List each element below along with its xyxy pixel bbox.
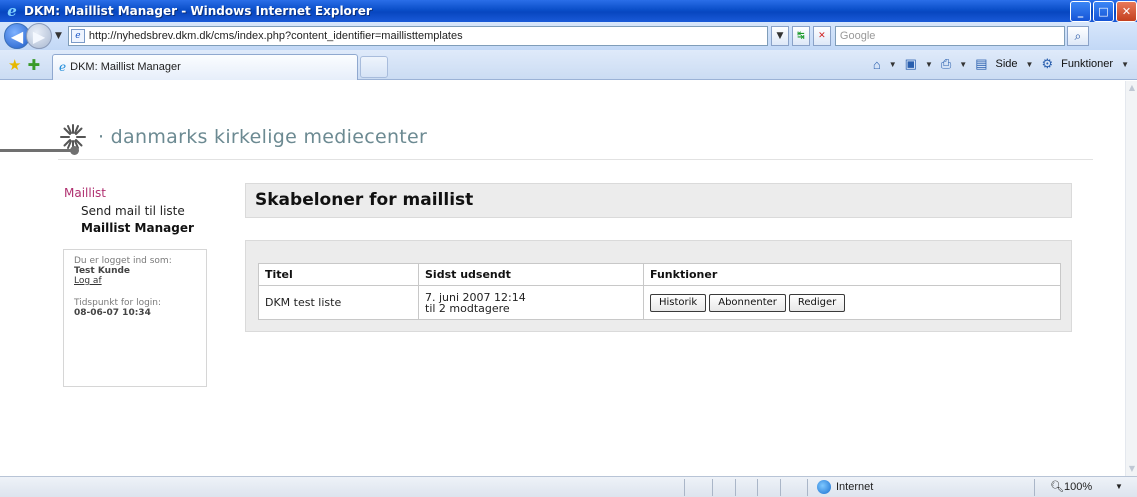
- home-icon[interactable]: ⌂: [873, 57, 881, 72]
- table-row: DKM test liste 7. juni 2007 12:14 til 2 …: [258, 285, 1061, 320]
- search-input[interactable]: Google: [834, 26, 1065, 46]
- zoom-level[interactable]: 🔍︎100%: [1050, 480, 1092, 493]
- column-header-titel: Titel: [258, 263, 419, 286]
- window-title: DKM: Maillist Manager - Windows Internet…: [24, 4, 372, 18]
- annotation-pointer-dot: [70, 146, 79, 155]
- site-brand: · danmarks kirkelige mediecenter: [98, 126, 428, 148]
- address-field[interactable]: e http://nyhedsbrev.dkm.dk/cms/index.php…: [67, 26, 768, 46]
- abonnenter-button[interactable]: Abonnenter: [709, 293, 786, 312]
- address-toolbar: ◀ ▶ ▼ e http://nyhedsbrev.dkm.dk/cms/ind…: [0, 22, 1137, 50]
- add-favorites-icon[interactable]: ✚: [27, 56, 40, 74]
- cell-title: DKM test liste: [258, 285, 419, 320]
- home-dropdown-icon[interactable]: ▼: [889, 60, 897, 69]
- tab-maillist-manager[interactable]: e DKM: Maillist Manager: [52, 53, 359, 80]
- sidebar-item-maillist[interactable]: Maillist: [64, 186, 194, 200]
- zoom-dropdown-icon[interactable]: ▼: [1115, 482, 1123, 491]
- internet-globe-icon: [817, 480, 831, 494]
- minimize-button[interactable]: _: [1070, 1, 1091, 22]
- last-sent-date: 7. juni 2007 12:14: [425, 290, 526, 304]
- funktioner-menu[interactable]: Funktioner: [1061, 58, 1113, 70]
- scroll-down-icon[interactable]: ▼: [1126, 462, 1137, 476]
- site-logo[interactable]: · danmarks kirkelige mediecenter: [58, 122, 427, 152]
- column-header-sidst-udsendt: Sidst udsendt: [418, 263, 644, 286]
- stop-icon[interactable]: ✕: [812, 26, 831, 46]
- forward-button[interactable]: ▶: [26, 23, 52, 49]
- close-button[interactable]: ✕: [1116, 1, 1137, 22]
- side-dropdown-icon[interactable]: ▼: [1026, 60, 1034, 69]
- tab-label: DKM: Maillist Manager: [70, 61, 181, 73]
- cell-functions: Historik Abonnenter Rediger: [643, 285, 1061, 320]
- last-sent-recipients: til 2 modtagere: [425, 301, 510, 315]
- print-icon[interactable]: ⎙: [941, 56, 951, 72]
- ie-logo-icon: e: [7, 2, 17, 20]
- maillist-table-box: Titel Sidst udsendt Funktioner DKM test …: [245, 240, 1072, 332]
- page-content: · danmarks kirkelige mediecenter Maillis…: [0, 81, 1125, 476]
- tools-gear-icon: ⚙: [1041, 56, 1054, 71]
- funktioner-dropdown-icon[interactable]: ▼: [1121, 60, 1129, 69]
- cell-last-sent: 7. juni 2007 12:14 til 2 modtagere: [418, 285, 644, 320]
- history-dropdown-icon[interactable]: ▼: [55, 31, 62, 41]
- login-time: 08-06-07 10:34: [74, 308, 151, 318]
- maximize-button[interactable]: □: [1093, 1, 1114, 22]
- logout-link[interactable]: Log af: [74, 276, 102, 286]
- command-bar: ⌂ ▼ ▣ ▼ ⎙ ▼ ▤ Side ▼ ⚙ Funktioner ▼: [873, 56, 1129, 72]
- login-info-box: Du er logget ind som: Test Kunde Log af …: [63, 249, 207, 387]
- print-dropdown-icon[interactable]: ▼: [959, 60, 967, 69]
- column-header-funktioner: Funktioner: [643, 263, 1061, 286]
- side-menu[interactable]: Side: [995, 58, 1017, 70]
- scroll-up-icon[interactable]: ▲: [1126, 81, 1137, 95]
- favorites-star-icon[interactable]: ★: [8, 56, 21, 74]
- logged-in-label: Du er logget ind som:: [74, 256, 172, 266]
- new-tab-button[interactable]: [360, 55, 389, 78]
- zoom-value: 100%: [1063, 481, 1093, 493]
- table-header-row: Titel Sidst udsendt Funktioner: [258, 263, 1061, 286]
- feeds-icon[interactable]: ▣: [905, 56, 917, 72]
- tab-page-icon: e: [59, 60, 67, 74]
- login-time-label: Tidspunkt for login:: [74, 298, 162, 308]
- sidebar-item-maillist-manager[interactable]: Maillist Manager: [81, 221, 194, 235]
- status-bar: Internet 🔍︎100% ▼: [0, 476, 1137, 497]
- sidebar-nav: Maillist Send mail til liste Maillist Ma…: [64, 186, 194, 235]
- address-url: http://nyhedsbrev.dkm.dk/cms/index.php?c…: [88, 30, 463, 42]
- refresh-icon[interactable]: ↹: [791, 26, 810, 46]
- logged-in-user: Test Kunde: [74, 266, 131, 276]
- vertical-scrollbar[interactable]: ▲ ▼: [1125, 81, 1137, 476]
- sidebar-item-send-mail[interactable]: Send mail til liste: [81, 204, 194, 218]
- page-icon: e: [70, 29, 85, 43]
- rediger-button[interactable]: Rediger: [788, 293, 846, 312]
- page-title-box: Skabeloner for maillist: [245, 183, 1072, 218]
- historik-button[interactable]: Historik: [650, 293, 707, 312]
- annotation-pointer-line: [0, 149, 74, 152]
- page-title: Skabeloner for maillist: [255, 190, 474, 210]
- address-dropdown-icon[interactable]: ▼: [770, 26, 789, 46]
- search-icon[interactable]: ⌕: [1066, 26, 1089, 46]
- security-zone: Internet: [817, 480, 873, 494]
- feeds-dropdown-icon[interactable]: ▼: [925, 60, 933, 69]
- tab-toolbar: ★ ✚ e DKM: Maillist Manager ⌂ ▼ ▣ ▼ ⎙ ▼ ▤ S…: [0, 50, 1137, 80]
- zone-label: Internet: [836, 481, 874, 493]
- maillist-table: Titel Sidst udsendt Funktioner DKM test …: [258, 263, 1061, 320]
- page-menu-icon: ▤: [975, 56, 988, 71]
- header-divider: [58, 159, 1093, 160]
- window-title-bar: e DKM: Maillist Manager - Windows Intern…: [0, 0, 1137, 22]
